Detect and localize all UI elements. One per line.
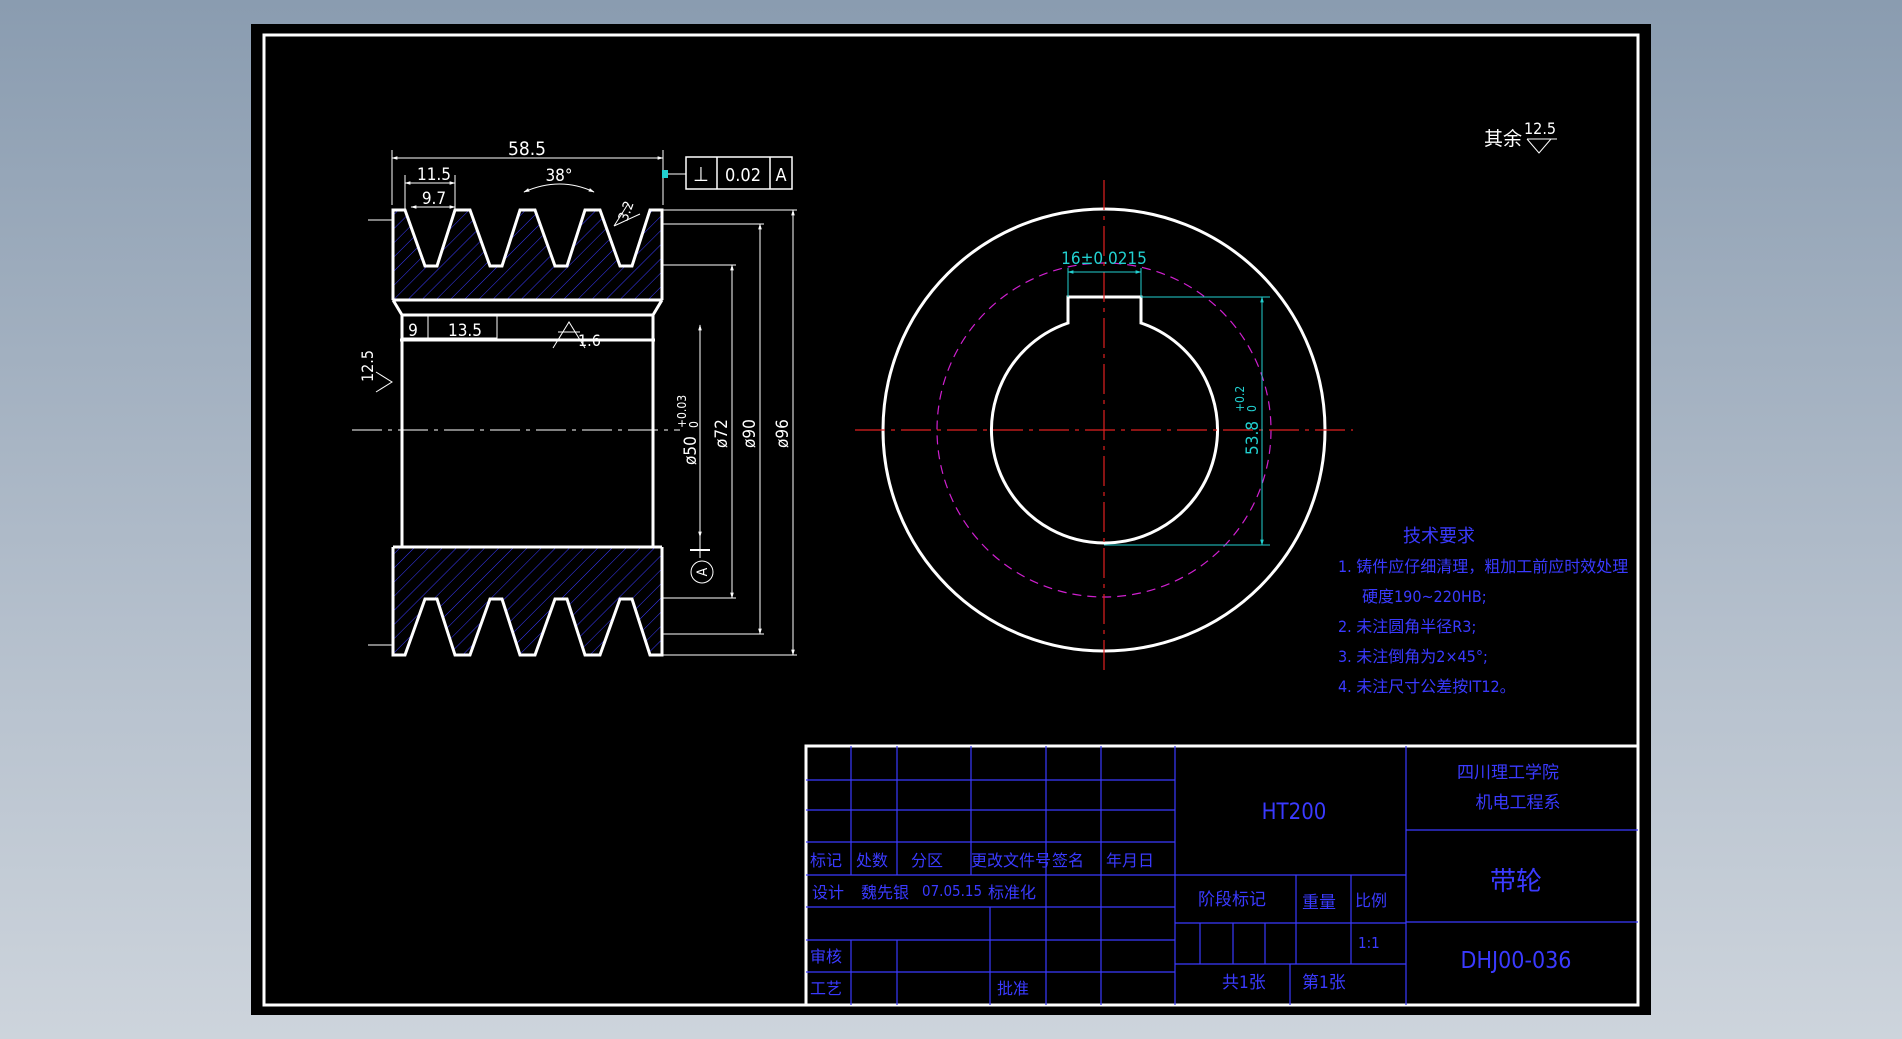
tech-line-2: 硬度190~220HB; [1362,587,1487,606]
sheet-total: 共1张 [1222,973,1266,993]
header-count: 处数 [856,851,888,870]
inner-border [262,33,1640,1007]
roughness-side: 12.5 [358,350,377,382]
tech-title: 技术要求 [1403,526,1475,547]
cad-drawing: 58.5 11.5 9.7 38° 3.2 ⊥ 0.02 A 9 13.5 1.… [262,33,1640,1007]
design-date: 07.05.15 [922,882,982,900]
standardize-label: 标准化 [988,883,1036,902]
department-name: 机电工程系 [1476,793,1561,813]
surface-finish-note: 其余 12.5 [1484,119,1557,154]
finish-value: 12.5 [1524,119,1556,138]
dim-dia-96: ø96 [773,419,793,448]
front-view: 16±0.0215 53.8 +0.2 0 [855,180,1353,670]
dim-hub-width: 13.5 [448,321,482,341]
tolerance-value: 0.02 [725,165,761,186]
dim-bore-tol-lower: 0 [687,421,701,428]
bore-outline [391,299,664,549]
dim-key-width: 16±0.0215 [1061,249,1147,269]
dim-hub-offset: 9 [408,321,418,341]
process-label: 工艺 [810,979,842,998]
designer-name: 魏先银 [861,883,909,902]
school-name: 四川理工学院 [1457,763,1559,783]
approve-label: 批准 [997,979,1029,998]
review-label: 审核 [810,947,842,966]
dim-bore-dia: ø50 [681,436,701,465]
stage-mark-label: 阶段标记 [1198,890,1266,910]
header-date: 年月日 [1106,851,1154,870]
upper-section-hatch [393,210,662,300]
dim-key-depth-tol-lower: 0 [1245,405,1259,412]
side-view: 58.5 11.5 9.7 38° 3.2 ⊥ 0.02 A 9 13.5 1.… [352,138,797,657]
tolerance-frame: ⊥ 0.02 A [662,156,793,190]
scale-value: 1:1 [1358,934,1380,952]
perpendicularity-symbol: ⊥ [693,162,709,186]
tech-requirements: 技术要求 1. 铸件应仔细清理，粗加工前应时效处理 硬度190~220HB; 2… [1338,526,1628,696]
weight-label: 重量 [1302,893,1336,913]
dim-groove-pitch-outer: 11.5 [417,165,451,185]
tech-line-4: 3. 未注倒角为2×45°; [1338,647,1488,666]
lower-section-hatch [393,547,662,655]
dim-key-depth: 53.8 [1243,421,1263,455]
header-signature: 签名 [1052,851,1084,870]
tech-line-3: 2. 未注圆角半径R3; [1338,617,1476,636]
design-label: 设计 [812,883,844,902]
drawing-number: DHJ00-036 [1461,948,1572,974]
header-zone: 分区 [911,851,943,870]
tech-line-5: 4. 未注尺寸公差按IT12。 [1338,677,1516,696]
part-name: 带轮 [1490,867,1542,897]
tolerance-datum: A [775,165,786,186]
header-change-doc: 更改文件号 [971,851,1051,870]
scale-label: 比例 [1355,891,1387,910]
tech-line-1: 1. 铸件应仔细清理，粗加工前应时效处理 [1338,557,1628,576]
roughness-bore: 1.6 [578,331,601,350]
header-mark: 标记 [810,851,842,870]
dim-groove-pitch-inner: 9.7 [422,189,446,209]
finish-label: 其余 [1484,128,1522,150]
datum-a-label: A [695,567,711,576]
dim-overall-width: 58.5 [508,138,546,160]
dim-dia-72: ø72 [712,419,732,448]
dim-groove-angle: 38° [545,166,572,186]
material: HT200 [1262,800,1327,825]
title-block: 标记 处数 分区 更改文件号 签名 年月日 设计 魏先银 07.05.15 标准… [804,744,1640,1007]
dim-dia-90: ø90 [740,419,760,448]
sheet-number: 第1张 [1302,973,1346,993]
